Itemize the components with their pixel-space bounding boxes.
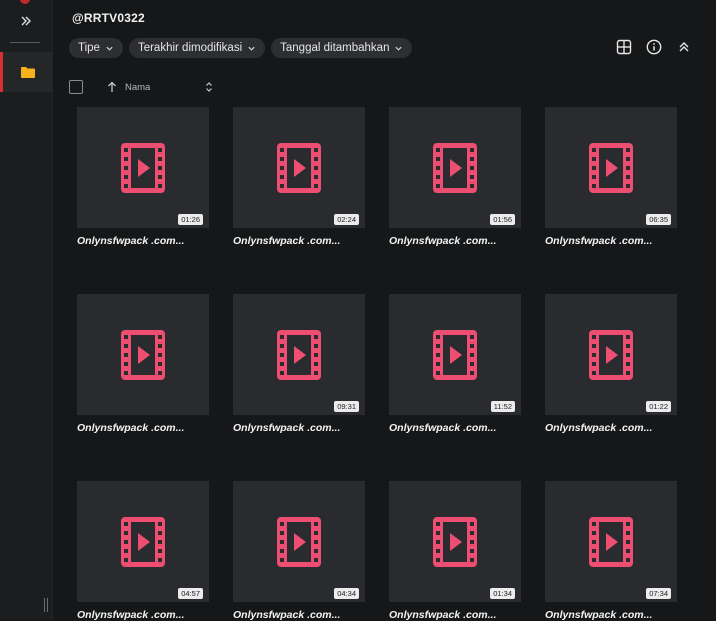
filter-last-modified[interactable]: Terakhir dimodifikasi xyxy=(128,38,266,58)
expand-sidebar-button[interactable] xyxy=(14,10,38,32)
file-card[interactable]: 09:31 Onlynsfwpack .com... xyxy=(233,294,365,434)
file-name: Onlynsfwpack .com... xyxy=(545,609,653,621)
file-card[interactable]: 11:52 Onlynsfwpack .com... xyxy=(389,294,521,434)
file-thumbnail[interactable]: 01:26 xyxy=(77,107,209,228)
chevron-up-down-icon xyxy=(206,82,213,92)
duration-badge: 04:57 xyxy=(178,588,203,599)
file-card[interactable]: Onlynsfwpack .com... xyxy=(77,294,209,434)
file-thumbnail[interactable]: 11:52 xyxy=(389,294,521,415)
grid-view-button[interactable] xyxy=(615,38,633,56)
chevron-down-icon xyxy=(106,46,113,51)
file-thumbnail[interactable]: 09:31 xyxy=(233,294,365,415)
filter-date-added-label: Tanggal ditambahkan xyxy=(280,42,390,54)
duration-badge: 07:34 xyxy=(646,588,671,599)
file-thumbnail[interactable]: 02:24 xyxy=(233,107,365,228)
duration-badge: 06:35 xyxy=(646,214,671,225)
file-card[interactable]: 04:34 Onlynsfwpack .com... xyxy=(233,481,365,621)
resize-handle[interactable] xyxy=(44,598,50,612)
info-button[interactable] xyxy=(645,38,663,56)
file-name: Onlynsfwpack .com... xyxy=(389,609,497,621)
duration-badge: 02:24 xyxy=(334,214,359,225)
duration-badge: 01:26 xyxy=(178,214,203,225)
file-thumbnail[interactable]: 01:56 xyxy=(389,107,521,228)
duration-badge: 09:31 xyxy=(334,401,359,412)
double-chevron-right-icon xyxy=(21,16,31,26)
chevron-down-icon xyxy=(248,46,255,51)
video-file-icon xyxy=(277,329,321,380)
info-icon xyxy=(646,39,662,55)
video-file-icon xyxy=(277,516,321,567)
file-name: Onlynsfwpack .com... xyxy=(545,235,653,247)
file-card[interactable]: 07:34 Onlynsfwpack .com... xyxy=(545,481,677,621)
video-file-icon xyxy=(589,516,633,567)
video-file-icon xyxy=(433,142,477,193)
double-chevron-up-icon xyxy=(679,42,689,52)
page-title: @RRTV0322 xyxy=(72,11,145,25)
duration-badge: 01:56 xyxy=(490,214,515,225)
chevron-down-icon xyxy=(395,46,403,51)
sort-field-select[interactable] xyxy=(205,80,215,94)
select-all-checkbox[interactable] xyxy=(69,80,83,94)
file-name: Onlynsfwpack .com... xyxy=(233,235,341,247)
view-actions xyxy=(615,38,693,56)
video-file-icon xyxy=(589,142,633,193)
duration-badge: 04:34 xyxy=(334,588,359,599)
grid-icon xyxy=(616,39,632,55)
file-name: Onlynsfwpack .com... xyxy=(233,609,341,621)
file-name: Onlynsfwpack .com... xyxy=(77,609,185,621)
filter-type-label: Tipe xyxy=(78,42,100,54)
filter-date-added[interactable]: Tanggal ditambahkan xyxy=(271,38,413,58)
sort-bar: Nama xyxy=(69,78,215,96)
file-name: Onlynsfwpack .com... xyxy=(233,422,341,434)
video-file-icon xyxy=(433,516,477,567)
file-name: Onlynsfwpack .com... xyxy=(389,422,497,434)
file-card[interactable]: 01:34 Onlynsfwpack .com... xyxy=(389,481,521,621)
arrow-up-icon xyxy=(108,81,116,92)
filter-bar: Tipe Terakhir dimodifikasi Tanggal ditam… xyxy=(69,38,413,58)
file-card[interactable]: 01:22 Onlynsfwpack .com... xyxy=(545,294,677,434)
file-thumbnail[interactable] xyxy=(77,294,209,415)
file-thumbnail[interactable]: 04:57 xyxy=(77,481,209,602)
file-thumbnail[interactable]: 01:22 xyxy=(545,294,677,415)
sidebar-rail xyxy=(0,0,53,620)
sort-field-label: Nama xyxy=(125,81,151,93)
video-file-icon xyxy=(121,142,165,193)
duration-badge: 11:52 xyxy=(490,401,515,412)
notification-dot xyxy=(20,0,30,4)
video-file-icon xyxy=(277,142,321,193)
sidebar-item-folder[interactable] xyxy=(0,52,52,92)
file-card[interactable]: 01:26 Onlynsfwpack .com... xyxy=(77,107,209,247)
duration-badge: 01:22 xyxy=(646,401,671,412)
video-file-icon xyxy=(589,329,633,380)
video-file-icon xyxy=(121,516,165,567)
collapse-button[interactable] xyxy=(675,38,693,56)
video-file-icon xyxy=(433,329,477,380)
file-card[interactable]: 02:24 Onlynsfwpack .com... xyxy=(233,107,365,247)
sidebar-divider xyxy=(10,42,40,43)
filter-type[interactable]: Tipe xyxy=(69,38,123,58)
file-thumbnail[interactable]: 07:34 xyxy=(545,481,677,602)
file-name: Onlynsfwpack .com... xyxy=(545,422,653,434)
file-card[interactable]: 01:56 Onlynsfwpack .com... xyxy=(389,107,521,247)
filter-last-modified-label: Terakhir dimodifikasi xyxy=(137,42,243,54)
video-file-icon xyxy=(121,329,165,380)
duration-badge: 01:34 xyxy=(490,588,515,599)
file-name: Onlynsfwpack .com... xyxy=(77,422,185,434)
file-card[interactable]: 04:57 Onlynsfwpack .com... xyxy=(77,481,209,621)
file-thumbnail[interactable]: 06:35 xyxy=(545,107,677,228)
file-card[interactable]: 06:35 Onlynsfwpack .com... xyxy=(545,107,677,247)
file-thumbnail[interactable]: 04:34 xyxy=(233,481,365,602)
file-thumbnail[interactable]: 01:34 xyxy=(389,481,521,602)
folder-icon xyxy=(20,67,35,78)
sort-direction-button[interactable] xyxy=(107,80,119,94)
file-name: Onlynsfwpack .com... xyxy=(389,235,497,247)
file-name: Onlynsfwpack .com... xyxy=(77,235,185,247)
file-grid: 01:26 Onlynsfwpack .com... 02:24 Onlynsf… xyxy=(77,107,677,621)
